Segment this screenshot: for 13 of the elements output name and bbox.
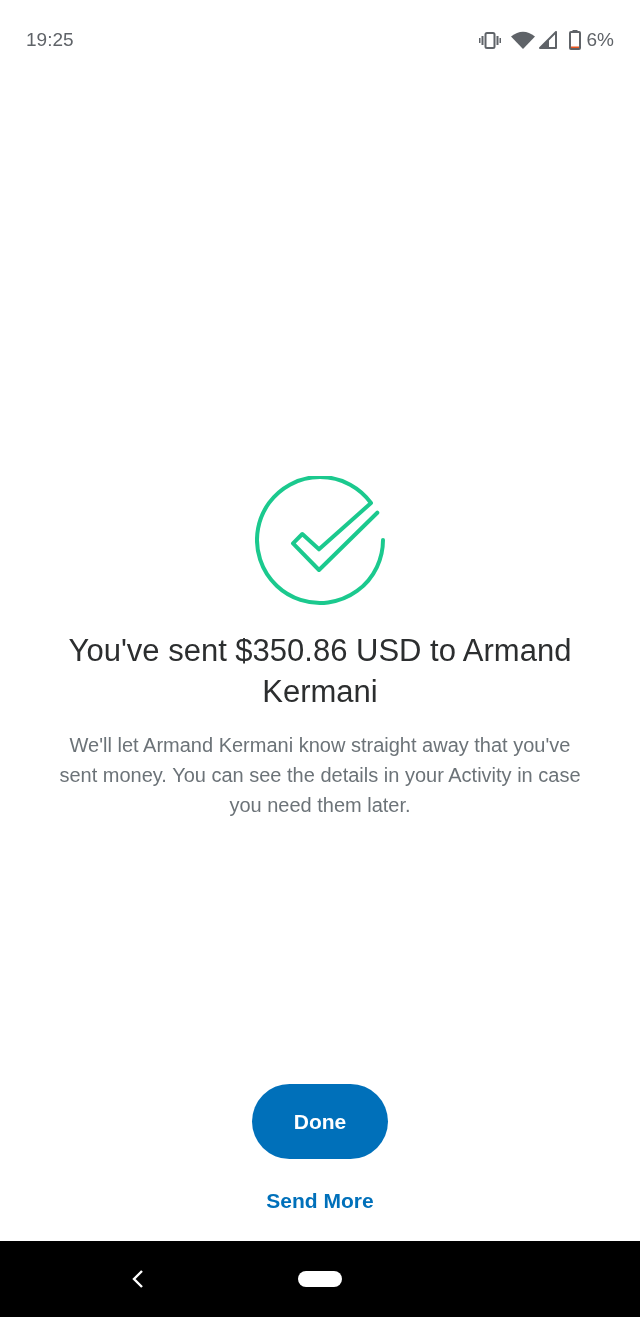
wifi-icon — [510, 31, 535, 49]
success-check-icon — [255, 476, 385, 606]
vibrate-icon — [478, 31, 501, 49]
confirmation-title: You've sent $350.86 USD to Armand Kermani — [67, 632, 573, 711]
send-more-link[interactable]: Send More — [266, 1189, 374, 1213]
battery-icon — [568, 30, 581, 50]
status-time: 19:25 — [26, 27, 74, 52]
home-pill-icon[interactable] — [298, 1271, 342, 1287]
back-icon[interactable] — [131, 1270, 145, 1288]
battery-percentage: 6% — [586, 27, 614, 52]
confirmation-message: We'll let Armand Kermani know straight away that you've sent money. You can see the details in your Activity in case you need them later. — [58, 733, 582, 818]
signal-icon — [538, 31, 557, 49]
done-button[interactable]: Done — [252, 1084, 388, 1159]
